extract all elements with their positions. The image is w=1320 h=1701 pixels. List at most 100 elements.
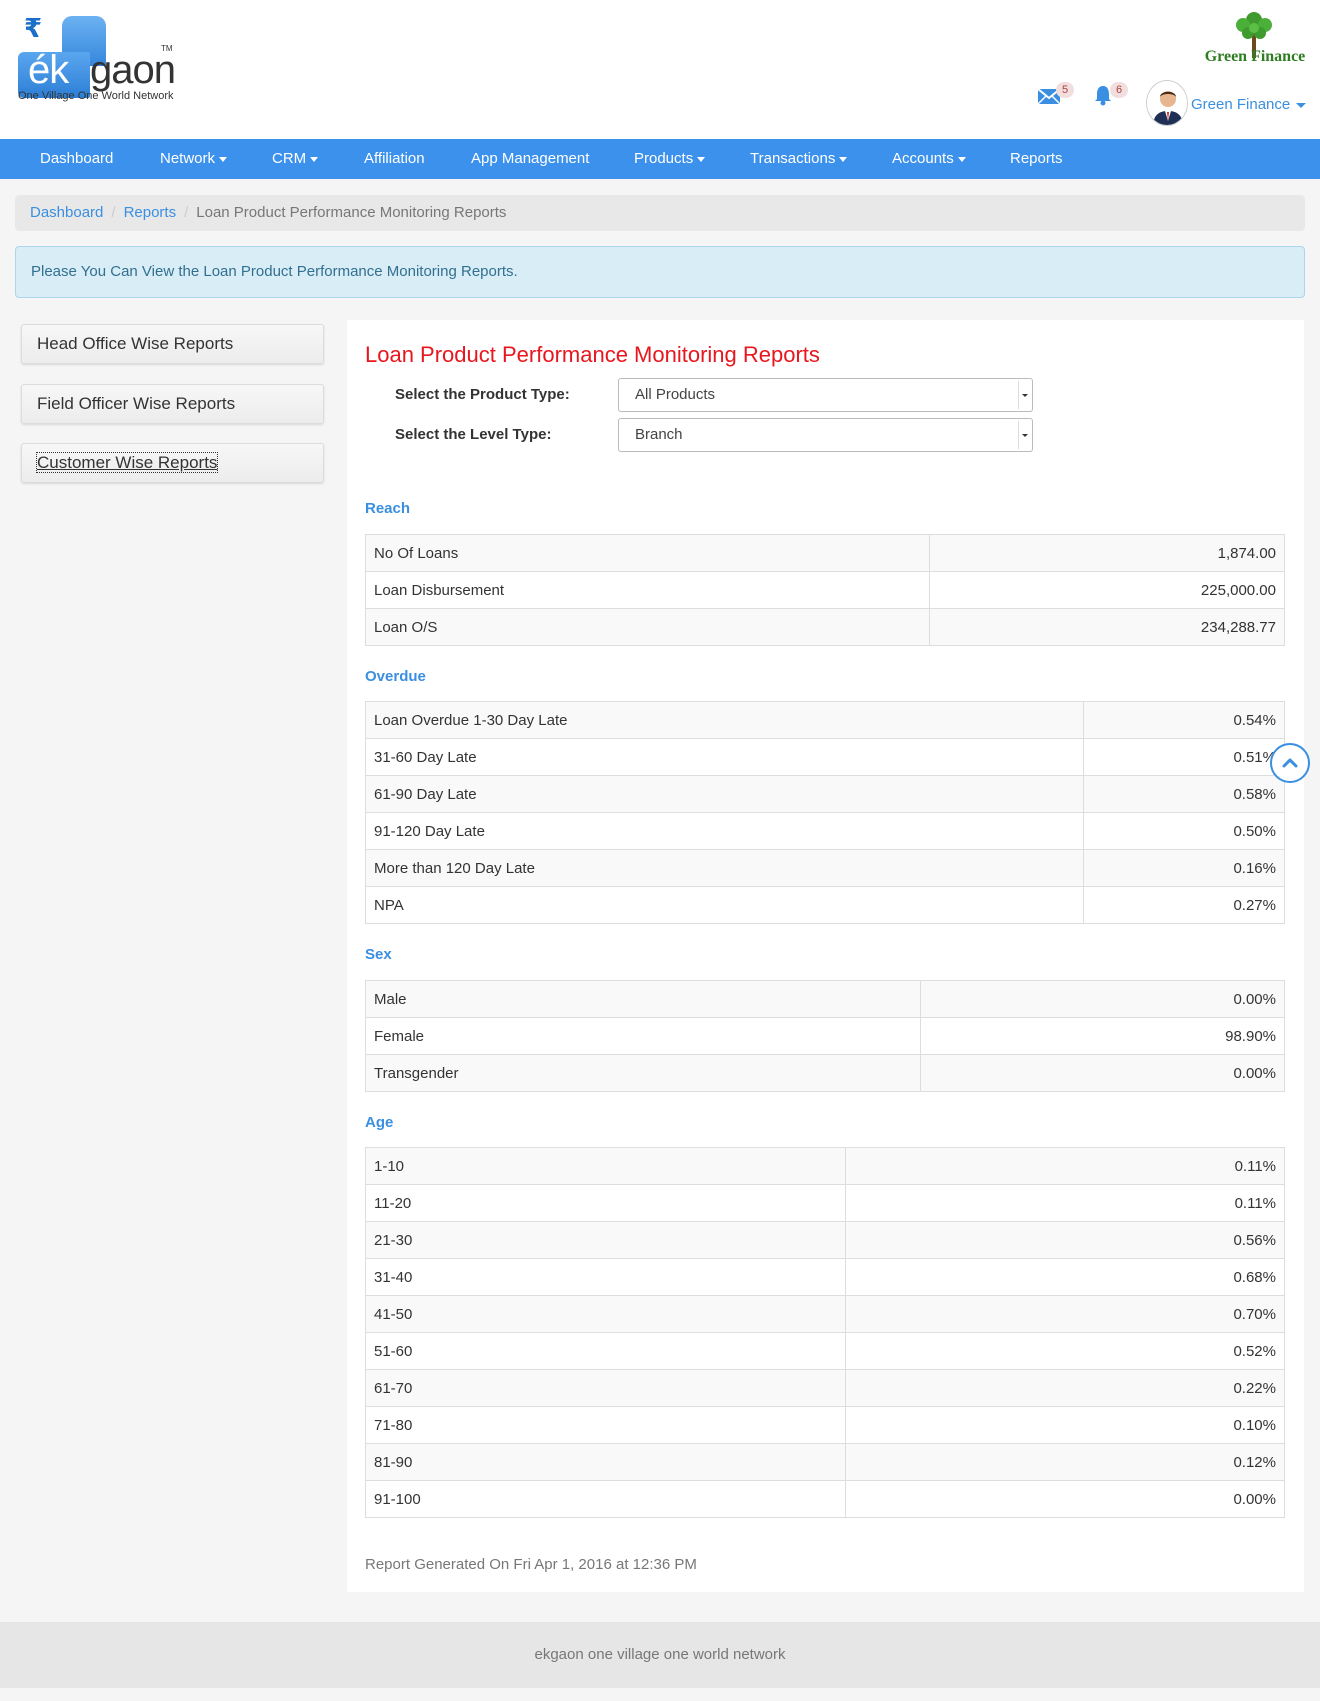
row-label: Transgender: [365, 1054, 921, 1092]
breadcrumb-link-reports[interactable]: Reports: [124, 204, 177, 221]
nav-item-label: Transactions: [750, 150, 836, 167]
row-label: Loan O/S: [365, 608, 930, 646]
logo-trademark: TM: [161, 44, 173, 53]
row-value: 0.54%: [1083, 701, 1285, 739]
table-row: Loan Disbursement 225,000.00: [365, 571, 1285, 609]
nav-item-label: Affiliation: [364, 150, 425, 167]
nav-item-dashboard[interactable]: Dashboard: [40, 139, 113, 179]
row-label: 41-50: [365, 1295, 846, 1333]
nav-item-label: CRM: [272, 150, 307, 167]
report-generated-timestamp: Report Generated On Fri Apr 1, 2016 at 1…: [365, 1556, 697, 1573]
user-menu-toggle[interactable]: Green Finance: [1191, 96, 1307, 113]
chevron-down-icon: [839, 156, 848, 162]
chevron-down-icon: [1296, 102, 1307, 108]
notification-count-badge: 6: [1110, 82, 1128, 98]
row-label: 91-100: [365, 1480, 846, 1518]
row-value: 0.12%: [845, 1443, 1285, 1481]
row-value: 0.11%: [845, 1184, 1285, 1222]
row-value: 98.90%: [920, 1017, 1285, 1055]
row-value: 0.00%: [845, 1480, 1285, 1518]
row-value: 0.58%: [1083, 775, 1285, 813]
row-label: 51-60: [365, 1332, 846, 1370]
nav-item-crm[interactable]: CRM: [272, 139, 319, 179]
table-row: 81-90 0.12%: [365, 1443, 1285, 1481]
table-row: 31-40 0.68%: [365, 1258, 1285, 1296]
nav-item-label: App Management: [471, 150, 590, 167]
row-value: 234,288.77: [929, 608, 1285, 646]
sidebar-item-label: Customer Wise Reports: [35, 452, 219, 473]
row-value: 0.00%: [920, 980, 1285, 1018]
product-type-label: Select the Product Type:: [395, 386, 570, 403]
row-label: 71-80: [365, 1406, 846, 1444]
sidebar-item-field-officer-reports[interactable]: Field Officer Wise Reports: [21, 384, 324, 424]
sidebar-item-head-office-reports[interactable]: Head Office Wise Reports: [21, 324, 324, 364]
sidebar-item-label: Field Officer Wise Reports: [37, 394, 236, 413]
level-type-select[interactable]: Branch: [618, 418, 1033, 452]
nav-item-transactions[interactable]: Transactions: [750, 139, 848, 179]
row-label: 91-120 Day Late: [365, 812, 1084, 850]
row-label: 11-20: [365, 1184, 846, 1222]
breadcrumb-separator: /: [111, 204, 116, 221]
nav-item-label: Network: [160, 150, 216, 167]
app-header: ₹ ék gaon TM One Village One World Netwo…: [0, 0, 1320, 139]
table-row: 21-30 0.56%: [365, 1221, 1285, 1259]
section-heading-overdue: Overdue: [365, 668, 426, 685]
row-label: 61-90 Day Late: [365, 775, 1084, 813]
footer-text: ekgaon one village one world network: [534, 1646, 786, 1663]
nav-item-label: Reports: [1010, 150, 1063, 167]
scroll-to-top-button[interactable]: [1270, 743, 1310, 783]
breadcrumb-separator: /: [184, 204, 189, 221]
row-label: More than 120 Day Late: [365, 849, 1084, 887]
sidebar-item-customer-reports[interactable]: Customer Wise Reports: [21, 443, 324, 483]
nav-item-app-management[interactable]: App Management: [471, 139, 589, 179]
row-label: 61-70: [365, 1369, 846, 1407]
user-name-label: Green Finance: [1191, 96, 1291, 113]
table-row: 31-60 Day Late 0.51%: [365, 738, 1285, 776]
nav-item-accounts[interactable]: Accounts: [892, 139, 966, 179]
breadcrumb-link-dashboard[interactable]: Dashboard: [30, 204, 103, 221]
nav-item-network[interactable]: Network: [160, 139, 228, 179]
row-label: 1-10: [365, 1147, 846, 1185]
table-row: 61-90 Day Late 0.58%: [365, 775, 1285, 813]
logo-gaon-text: gaon: [90, 48, 176, 92]
logo-ek-text: ék: [28, 48, 69, 92]
ekgaon-logo[interactable]: ₹ ék gaon TM One Village One World Netwo…: [18, 14, 178, 104]
row-value: 0.27%: [1083, 886, 1285, 924]
reach-table: No Of Loans 1,874.00 Loan Disbursement 225…: [365, 534, 1285, 646]
table-row: No Of Loans 1,874.00: [365, 534, 1285, 572]
level-type-selected: Branch: [635, 426, 683, 443]
table-row: 61-70 0.22%: [365, 1369, 1285, 1407]
user-avatar-icon[interactable]: [1146, 80, 1188, 126]
table-row: 11-20 0.11%: [365, 1184, 1285, 1222]
table-row: 91-120 Day Late 0.50%: [365, 812, 1285, 850]
row-value: 0.70%: [845, 1295, 1285, 1333]
chevron-down-icon: [697, 156, 706, 162]
nav-item-reports[interactable]: Reports: [1010, 139, 1063, 179]
mail-count-badge: 5: [1056, 82, 1074, 98]
row-label: Loan Disbursement: [365, 571, 930, 609]
row-value: 0.52%: [845, 1332, 1285, 1370]
product-type-select[interactable]: All Products: [618, 378, 1033, 412]
nav-item-label: Dashboard: [40, 150, 114, 167]
chevron-down-icon: [1018, 421, 1030, 449]
row-label: No Of Loans: [365, 534, 930, 572]
level-type-label: Select the Level Type:: [395, 426, 552, 443]
sex-table: Male 0.00% Female 98.90% Transgender 0.00%: [365, 980, 1285, 1092]
nav-item-affiliation[interactable]: Affiliation: [364, 139, 425, 179]
row-value: 0.00%: [920, 1054, 1285, 1092]
chevron-down-icon: [219, 156, 228, 162]
table-row: Transgender 0.00%: [365, 1054, 1285, 1092]
row-value: 225,000.00: [929, 571, 1285, 609]
product-type-selected: All Products: [635, 386, 716, 403]
row-value: 0.11%: [845, 1147, 1285, 1185]
row-value: 0.16%: [1083, 849, 1285, 887]
row-label: 31-60 Day Late: [365, 738, 1084, 776]
nav-item-products[interactable]: Products: [634, 139, 706, 179]
table-row: 51-60 0.52%: [365, 1332, 1285, 1370]
table-row: 1-10 0.11%: [365, 1147, 1285, 1185]
row-value: 0.68%: [845, 1258, 1285, 1296]
nav-item-label: Accounts: [892, 150, 954, 167]
main-navbar: Dashboard Network CRM Affiliation App Ma…: [0, 139, 1320, 179]
row-label: 81-90: [365, 1443, 846, 1481]
page-title: Loan Product Performance Monitoring Repo…: [365, 342, 820, 367]
